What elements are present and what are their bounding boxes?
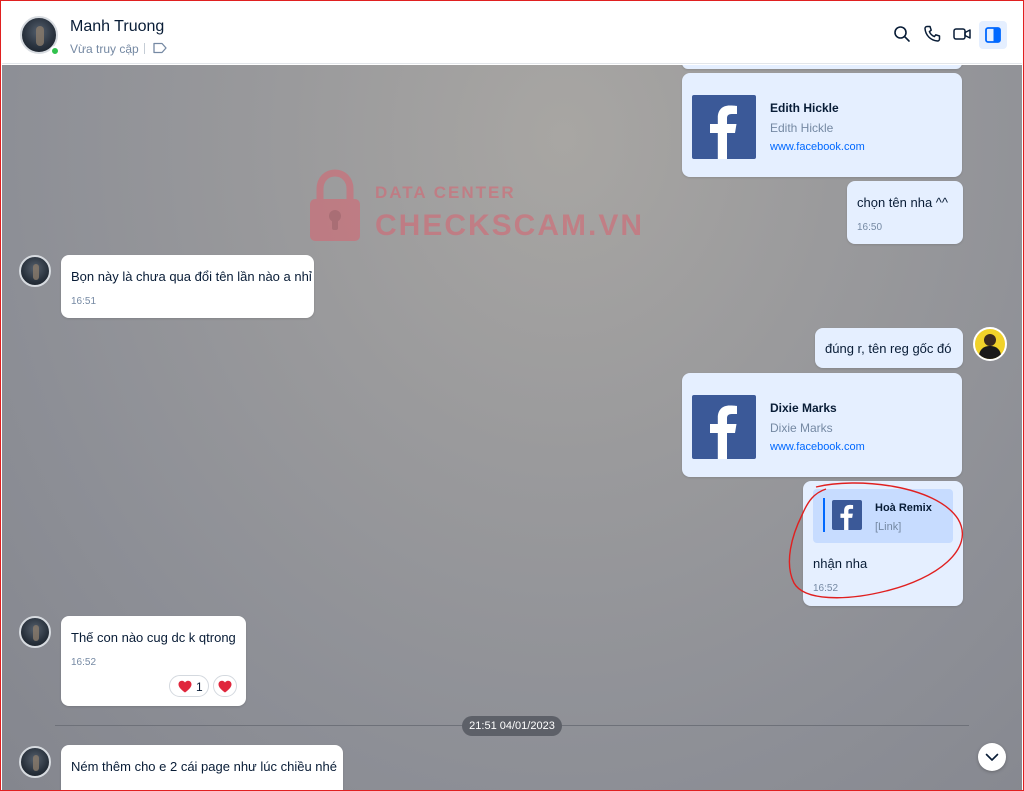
message-bubble-partial	[682, 65, 962, 69]
message-text: Bọn này là chưa qua đổi tên lần nào a nh…	[71, 269, 312, 284]
message-bubble[interactable]: đúng r, tên reg gốc đó	[815, 328, 963, 368]
lock-icon	[310, 169, 360, 241]
quote-bar	[823, 498, 825, 532]
sender-avatar[interactable]	[19, 746, 51, 778]
scroll-to-bottom-button[interactable]	[978, 743, 1006, 771]
quote-title: Hoà Remix	[875, 502, 932, 514]
heart-icon	[218, 680, 232, 693]
add-reaction-button[interactable]	[213, 675, 237, 697]
video-call-button[interactable]	[952, 24, 972, 44]
message-time: 16:52	[813, 583, 839, 594]
date-divider: 21:51 04/01/2023	[462, 716, 562, 736]
reply-message-bubble[interactable]: Hoà Remix [Link] nhận nha 16:52	[803, 481, 963, 606]
message-bubble[interactable]: Bọn này là chưa qua đổi tên lần nào a nh…	[61, 255, 314, 318]
reaction-count: 1	[196, 680, 203, 694]
message-text: Ném thêm cho e 2 cái page như lúc chiều …	[71, 759, 337, 774]
search-button[interactable]	[892, 24, 912, 44]
message-time: 16:50	[857, 222, 883, 233]
quote-subtitle: [Link]	[875, 521, 902, 533]
message-time: 16:51	[71, 296, 97, 307]
message-text: Thế con nào cug dc k qtrong	[71, 630, 236, 645]
conversation-info-toggle[interactable]	[979, 21, 1007, 49]
my-avatar[interactable]	[973, 327, 1007, 361]
tag-icon[interactable]	[153, 42, 167, 54]
online-indicator	[50, 46, 60, 56]
message-list[interactable]: DATA CENTER CHECKSCAM.VN Edith Hickle Ed…	[2, 65, 1022, 790]
contact-card[interactable]: Edith Hickle Edith Hickle www.facebook.c…	[682, 73, 962, 177]
message-time: 16:52	[71, 657, 97, 668]
app-window: Manh Truong Vừa truy cập DATA CENTER CHE…	[0, 0, 1024, 791]
video-icon	[953, 28, 971, 40]
call-button[interactable]	[922, 24, 942, 44]
message-bubble[interactable]: Ném thêm cho e 2 cái page như lúc chiều …	[61, 745, 343, 790]
card-title: Edith Hickle	[770, 101, 839, 115]
card-title: Dixie Marks	[770, 401, 837, 415]
card-link[interactable]: www.facebook.com	[770, 141, 865, 153]
watermark-line1: DATA CENTER	[375, 183, 516, 202]
sender-avatar[interactable]	[19, 255, 51, 287]
message-text: chọn tên nha ^^	[857, 195, 948, 210]
contact-name[interactable]: Manh Truong	[70, 18, 164, 36]
heart-icon	[178, 680, 192, 693]
phone-icon	[924, 25, 941, 42]
chevron-down-icon	[985, 753, 999, 761]
chat-header: Manh Truong Vừa truy cập	[2, 2, 1022, 64]
contact-card[interactable]: Dixie Marks Dixie Marks www.facebook.com	[682, 373, 962, 477]
watermark: DATA CENTER CHECKSCAM.VN	[307, 169, 647, 245]
message-text: đúng r, tên reg gốc đó	[825, 341, 952, 356]
card-subtitle: Dixie Marks	[770, 421, 833, 435]
panel-toggle-icon	[985, 27, 1001, 43]
message-text: nhận nha	[813, 556, 868, 571]
message-bubble[interactable]: chọn tên nha ^^ 16:50	[847, 181, 963, 244]
status-separator	[144, 43, 145, 54]
facebook-icon	[692, 95, 756, 159]
reaction-badge[interactable]: 1	[169, 675, 209, 697]
quoted-message[interactable]: Hoà Remix [Link]	[813, 489, 953, 543]
watermark-line2: CHECKSCAM.VN	[375, 209, 645, 242]
contact-status: Vừa truy cập	[70, 42, 139, 56]
search-icon	[894, 26, 910, 42]
sender-avatar[interactable]	[19, 616, 51, 648]
card-link[interactable]: www.facebook.com	[770, 441, 865, 453]
card-subtitle: Edith Hickle	[770, 121, 834, 135]
facebook-icon	[832, 500, 862, 530]
facebook-icon	[692, 395, 756, 459]
